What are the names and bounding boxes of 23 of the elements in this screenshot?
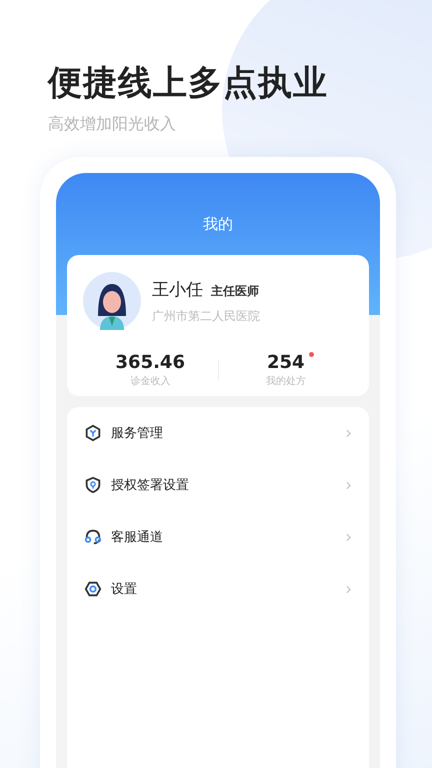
avatar-icon (83, 272, 141, 330)
screen-title: 我的 (203, 215, 233, 235)
stat-label: 诊金收入 (130, 374, 170, 388)
chevron-icon (346, 428, 351, 438)
stat-value: 365.46 (116, 352, 185, 373)
menu-item[interactable]: 授权签署设置 (67, 459, 369, 511)
hospital-name: 广州市第二人民医院 (152, 308, 260, 324)
headline: 便捷线上多点执业 (48, 62, 329, 105)
subheadline: 高效增加阳光收入 (48, 114, 177, 135)
hexagon-icon (84, 424, 102, 442)
stat-value: 254 (266, 352, 305, 373)
settings-icon (84, 580, 102, 598)
headset-icon (84, 528, 102, 546)
menu-item[interactable]: 客服通道 (67, 511, 369, 563)
chevron-icon (346, 480, 351, 490)
chevron-icon (346, 584, 351, 594)
menu-item[interactable]: 设置 (67, 563, 369, 615)
shield-icon (84, 476, 102, 494)
menu-item[interactable]: 服务管理 (67, 407, 369, 459)
doctor-name: 王小任 (152, 278, 203, 300)
stat-label: 我的处方 (266, 374, 306, 388)
chevron-icon (346, 532, 351, 542)
doctor-position: 主任医师 (211, 282, 259, 300)
